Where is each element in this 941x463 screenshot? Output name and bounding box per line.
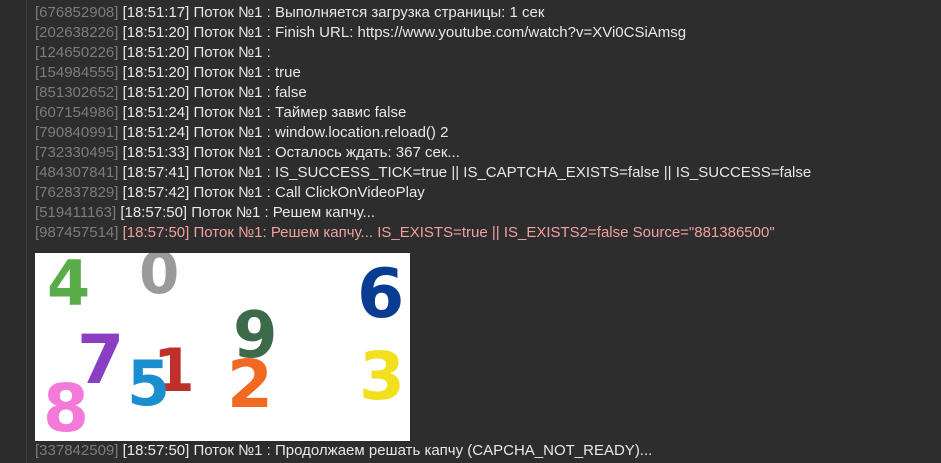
log-line: [124650226] [18:51:20] Поток №1 : — [35, 43, 271, 63]
log-message: Поток №1 : Продолжаем решать капчу (CAPC… — [193, 442, 653, 459]
log-line: [851302652] [18:51:20] Поток №1 : false — [35, 83, 307, 103]
log-id: [154984555] — [35, 64, 119, 81]
captcha-digit-3: 3 — [359, 338, 405, 415]
log-message: Поток №1 : IS_SUCCESS_TICK=true || IS_CA… — [193, 164, 812, 181]
log-message: Поток №1 : Таймер завис false — [193, 104, 407, 121]
captcha-digit-5: 5 — [127, 347, 170, 420]
log-message: Поток №1 : false — [193, 84, 307, 101]
log-id: [790840991] — [35, 124, 119, 141]
log-time: [18:51:20] — [122, 64, 190, 81]
log-line: [202638226] [18:51:20] Поток №1 : Finish… — [35, 23, 686, 43]
log-id: [607154986] — [35, 104, 119, 121]
log-time: [18:51:24] — [122, 124, 190, 141]
log-line: [519411163] [18:57:50] Поток №1 : Решем … — [35, 203, 375, 223]
log-time: [18:57:41] — [122, 164, 190, 181]
log-id: [124650226] — [35, 44, 119, 61]
log-window: [676852908] [18:51:17] Поток №1 : Выполн… — [0, 0, 941, 463]
log-time: [18:51:24] — [122, 104, 190, 121]
log-message: Поток №1 : Решем капчу... — [191, 204, 376, 221]
log-message: Поток №1 : — [193, 44, 271, 61]
log-time: [18:57:50] — [122, 224, 190, 241]
captcha-digits: 4 0 6 9 1 7 5 2 3 8 — [43, 253, 405, 441]
log-id: [337842509] — [35, 442, 119, 459]
log-message: Поток №1 : Finish URL: https://www.youtu… — [193, 24, 687, 41]
log-time: [18:57:50] — [122, 442, 190, 459]
log-line: [676852908] [18:51:17] Поток №1 : Выполн… — [35, 3, 544, 23]
left-gutter — [0, 0, 27, 463]
captcha-digit-8: 8 — [43, 370, 89, 441]
log-panel[interactable]: [676852908] [18:51:17] Поток №1 : Выполн… — [27, 0, 941, 463]
log-time: [18:57:50] — [120, 204, 188, 221]
log-id: [202638226] — [35, 24, 119, 41]
log-time: [18:51:33] — [122, 144, 190, 161]
log-line: [607154986] [18:51:24] Поток №1 : Таймер… — [35, 103, 406, 123]
log-line: [484307841] [18:57:41] Поток №1 : IS_SUC… — [35, 163, 811, 183]
captcha-digit-0: 0 — [139, 253, 179, 307]
log-time: [18:51:20] — [122, 24, 190, 41]
log-id: [484307841] — [35, 164, 119, 181]
log-id: [519411163] — [35, 204, 117, 221]
log-time: [18:51:17] — [122, 4, 190, 21]
log-line: [337842509] [18:57:50] Поток №1 : Продол… — [35, 441, 652, 461]
captcha-digit-2: 2 — [227, 346, 273, 423]
log-time: [18:57:42] — [122, 184, 190, 201]
log-line: [790840991] [18:51:24] Поток №1 : window… — [35, 123, 448, 143]
captcha-digit-4: 4 — [47, 253, 90, 320]
log-id: [851302652] — [35, 84, 119, 101]
log-time: [18:51:20] — [122, 84, 190, 101]
log-message: Поток №1 : Осталось ждать: 367 сек... — [193, 144, 460, 161]
log-message: Поток №1 : true — [193, 64, 301, 81]
log-time: [18:51:20] — [122, 44, 190, 61]
log-line: [154984555] [18:51:20] Поток №1 : true — [35, 63, 301, 83]
captcha-digit-6: 6 — [357, 255, 404, 334]
captcha-image: 4 0 6 9 1 7 5 2 3 8 — [35, 253, 410, 441]
log-line: [732330495] [18:51:33] Поток №1 : Остало… — [35, 143, 460, 163]
log-message: Поток №1 : Выполняется загрузка страницы… — [193, 4, 545, 21]
log-id: [732330495] — [35, 144, 119, 161]
log-message: Поток №1 : window.location.reload() 2 — [193, 124, 449, 141]
log-line: [762837829] [18:57:42] Поток №1 : Call C… — [35, 183, 425, 203]
log-line-highlighted: [987457514] [18:57:50] Поток №1: Решем к… — [35, 223, 775, 243]
log-id: [762837829] — [35, 184, 119, 201]
log-message: Поток №1: Решем капчу... IS_EXISTS=true … — [193, 224, 775, 241]
log-id: [987457514] — [35, 224, 119, 241]
log-id: [676852908] — [35, 4, 119, 21]
log-message: Поток №1 : Call ClickOnVideoPlay — [193, 184, 425, 201]
